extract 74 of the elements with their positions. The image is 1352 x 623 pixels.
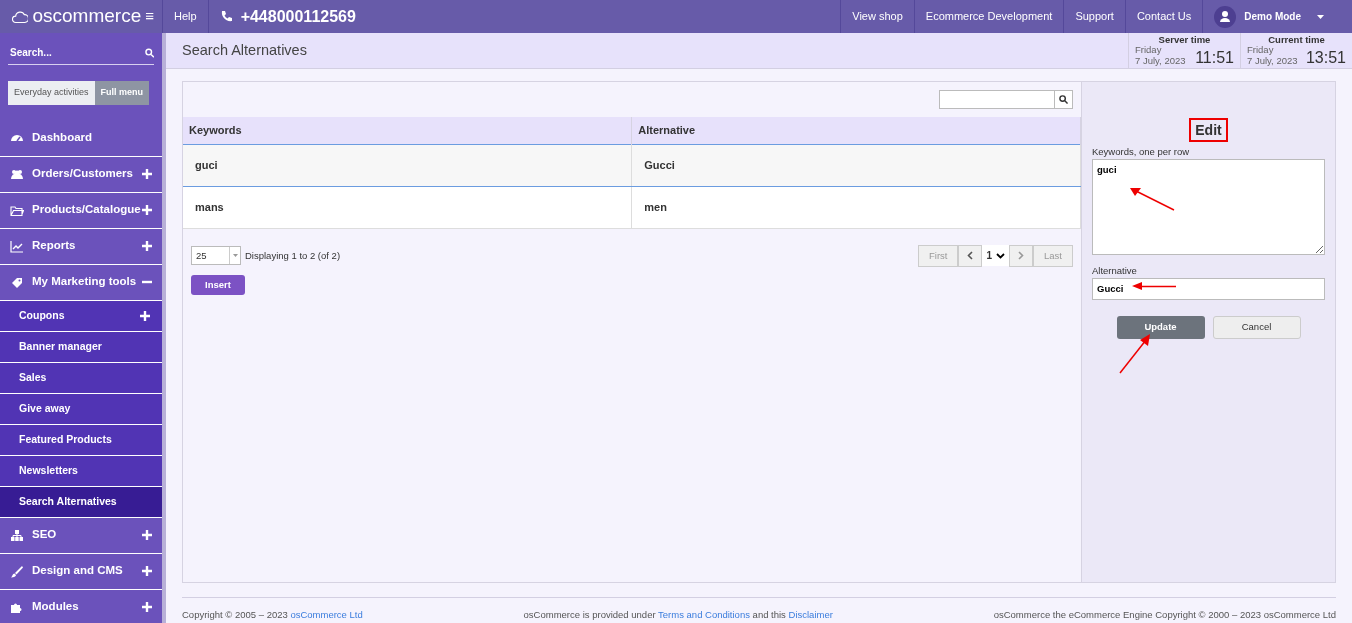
sitemap-icon	[10, 528, 24, 542]
clock-date: 7 July, 2023	[1135, 55, 1186, 67]
menu-mode-tab[interactable]: Everyday activities	[8, 81, 95, 105]
user-menu[interactable]: Demo Mode	[1244, 9, 1301, 24]
previous-page-button[interactable]	[958, 244, 983, 267]
footer-text: osCommerce is provided under Terms and Conditions and this Disclaimer	[523, 608, 833, 622]
logo-text: oscommerce	[32, 4, 142, 29]
annotation-arrow	[1132, 282, 1177, 290]
insert-button[interactable]: Insert	[191, 274, 245, 295]
keywords-field[interactable]: guci	[1092, 159, 1325, 256]
table-cell[interactable]: mans	[183, 186, 632, 228]
phone-number: +448000112569	[240, 6, 356, 27]
footer-text: Copyright © 2005 – 2023 osCommerce Ltd	[182, 608, 363, 622]
cancel-button[interactable]: Cancel	[1212, 316, 1301, 339]
menu-toggle[interactable]: ≡	[145, 5, 154, 28]
clock-label: Server time	[1157, 34, 1212, 46]
table-search-field[interactable]	[939, 90, 1055, 109]
clock-label: Current time	[1267, 34, 1326, 46]
chevron-left-icon	[967, 251, 974, 261]
plus-icon[interactable]	[142, 241, 152, 251]
field-label: Alternative	[1092, 263, 1138, 278]
update-button[interactable]: Update	[1116, 316, 1205, 339]
folder-icon	[10, 203, 24, 217]
chevron-right-icon	[1018, 251, 1025, 261]
chart-icon	[10, 239, 24, 253]
submenu-item[interactable]: Sales	[0, 362, 162, 394]
column-header[interactable]: Alternative	[631, 117, 1081, 144]
footer-link[interactable]: Disclaimer	[788, 609, 833, 620]
search-icon[interactable]	[1059, 95, 1068, 104]
users-icon	[10, 167, 24, 181]
per-page-select[interactable]: 25	[191, 246, 241, 266]
sidebar-search-field[interactable]: Search...	[8, 41, 145, 64]
submenu-item[interactable]: Search Alternatives	[0, 486, 162, 518]
footer-link[interactable]: Terms and Conditions	[658, 609, 750, 620]
page-select[interactable]: 1	[982, 245, 1010, 267]
displaying-text: Displaying 1 to 2 (of 2)	[245, 248, 341, 263]
footer-text: osCommerce the eCommerce Engine Copyright © 2000 – 2023 osCommerce Ltd	[993, 608, 1336, 622]
table-cell[interactable]: Gucci	[631, 144, 1081, 186]
table-cell[interactable]: men	[631, 186, 1081, 228]
tag-icon	[10, 275, 24, 289]
column-header[interactable]: Keywords	[183, 117, 632, 144]
alternative-field[interactable]: Gucci	[1092, 278, 1325, 301]
field-label: Keywords, one per row	[1092, 145, 1191, 159]
submenu-item[interactable]: Newsletters	[0, 455, 162, 487]
submenu-item[interactable]: Featured Products	[0, 424, 162, 456]
cloud-logo-icon	[12, 8, 29, 25]
search-icon[interactable]	[144, 47, 154, 58]
chevron-down-icon	[996, 252, 1006, 259]
annotation-arrow	[1130, 186, 1176, 212]
edit-title: Edit	[1189, 118, 1228, 142]
menu-mode-tab[interactable]: Full menu	[94, 81, 150, 105]
plus-icon[interactable]	[142, 205, 152, 215]
brush-icon	[10, 564, 24, 578]
user-avatar-icon[interactable]	[1214, 5, 1237, 28]
plus-icon[interactable]	[142, 602, 152, 612]
table-cell[interactable]: guci	[183, 144, 632, 186]
submenu-item[interactable]: Give away	[0, 393, 162, 425]
caret-icon[interactable]	[1317, 14, 1324, 19]
clock-date: 7 July, 2023	[1247, 55, 1298, 67]
plus-icon[interactable]	[142, 169, 152, 179]
plus-icon[interactable]	[140, 310, 150, 321]
clock-day: Friday	[1247, 45, 1298, 56]
submenu-item[interactable]: Banner manager	[0, 331, 162, 363]
clock-time: 13:51	[1305, 50, 1346, 67]
phone-icon	[219, 10, 233, 23]
annotation-arrow	[1119, 334, 1151, 374]
clock-time: 11:51	[1195, 50, 1234, 67]
page-title: Search Alternatives	[181, 40, 307, 60]
submenu-item[interactable]: Coupons	[0, 300, 162, 332]
footer-link[interactable]: osCommerce Ltd	[290, 609, 363, 620]
plus-icon[interactable]	[142, 530, 152, 540]
clock-day: Friday	[1135, 45, 1186, 56]
caret-icon[interactable]	[232, 254, 238, 258]
plus-icon[interactable]	[142, 566, 152, 576]
